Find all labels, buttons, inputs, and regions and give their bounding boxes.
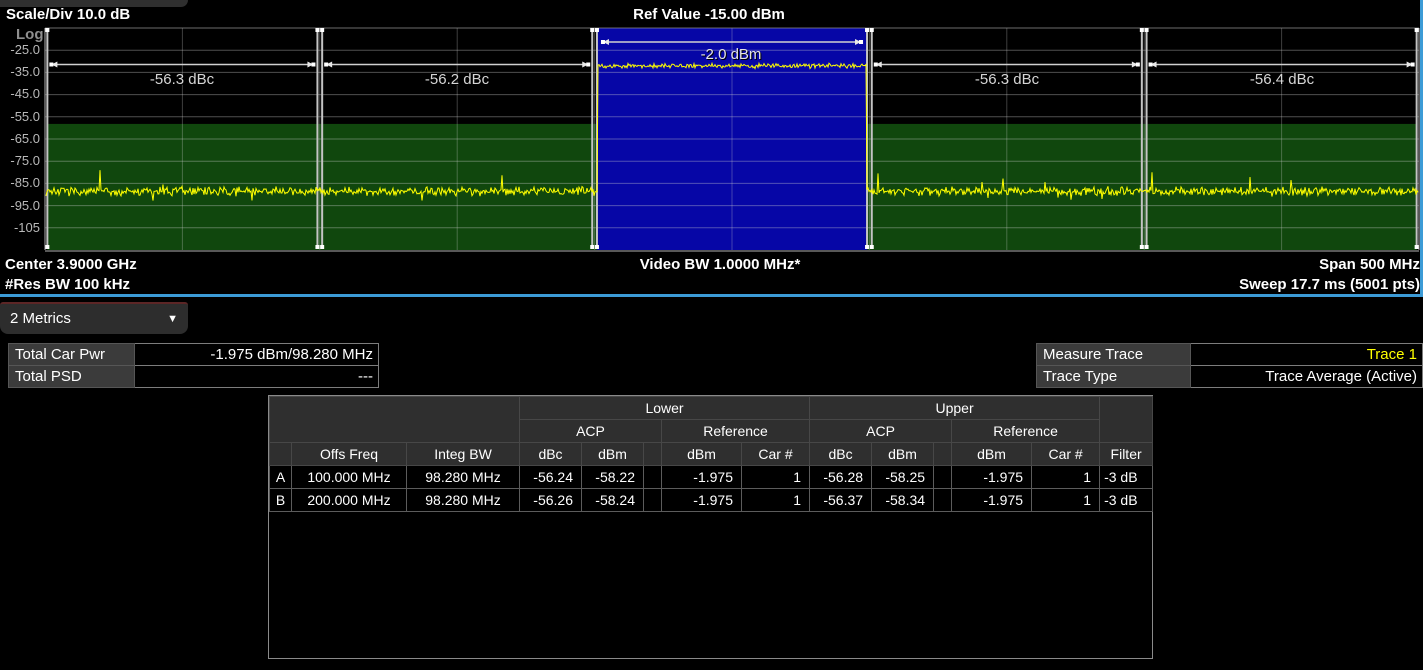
y-tick: -55.0 xyxy=(0,109,40,124)
dbc-header: dBc xyxy=(810,443,872,466)
lower-reference-header: Reference xyxy=(662,420,810,443)
y-tick: -75.0 xyxy=(0,153,40,168)
carrier-power-metrics-table: Total Car Pwr -1.975 dBm/98.280 MHz Tota… xyxy=(8,343,379,388)
metrics-dropdown[interactable]: 2 Metrics ▼ xyxy=(0,302,188,334)
acp-cell: -1.975 xyxy=(952,466,1032,489)
acp-cell: -1.975 xyxy=(662,489,742,512)
center-freq-label: Center 3.9000 GHz xyxy=(5,256,137,273)
metrics-dropdown-label: 2 Metrics xyxy=(10,304,71,334)
acp-cell: 98.280 MHz xyxy=(407,489,520,512)
acp-cell: 1 xyxy=(742,489,810,512)
window-separator-line xyxy=(0,294,1423,297)
acp-cell: 1 xyxy=(742,466,810,489)
lower-group-header: Lower xyxy=(520,397,810,420)
video-bw-label: Video BW 1.0000 MHz* xyxy=(640,256,801,273)
lower-acp-header: ACP xyxy=(520,420,662,443)
y-tick: -105 xyxy=(0,220,40,235)
chevron-down-icon: ▼ xyxy=(167,304,178,334)
acp-results-panel: Lower Upper ACP Reference ACP Reference … xyxy=(268,395,1153,659)
measure-trace-value[interactable]: Trace 1 xyxy=(1190,344,1422,366)
column-header-row: Offs Freq Integ BW dBc dBm dBm Car # dBc… xyxy=(270,443,1153,466)
y-tick: -35.0 xyxy=(0,64,40,79)
car-header: Car # xyxy=(1032,443,1100,466)
total-car-pwr-value: -1.975 dBm/98.280 MHz xyxy=(135,344,379,366)
total-car-pwr-label: Total Car Pwr xyxy=(9,344,135,366)
spectrum-plot[interactable] xyxy=(0,0,1423,260)
carrier-power-annotation: -2.0 dBm xyxy=(661,46,801,63)
table-row: Total Car Pwr -1.975 dBm/98.280 MHz xyxy=(9,344,379,366)
integ-bw-header: Integ BW xyxy=(407,443,520,466)
y-tick: -65.0 xyxy=(0,131,40,146)
offset-a-upper-annotation: -56.3 dBc xyxy=(937,71,1077,88)
table-row: A 100.000 MHz 98.280 MHz -56.24 -58.22 -… xyxy=(270,466,1153,489)
acp-cell: -3 dB xyxy=(1100,466,1153,489)
dbc-header: dBc xyxy=(520,443,582,466)
dbm-header: dBm xyxy=(582,443,644,466)
acp-cell: -56.24 xyxy=(520,466,582,489)
table-row: Total PSD --- xyxy=(9,366,379,388)
acp-cell xyxy=(644,489,662,512)
acp-cell: -56.26 xyxy=(520,489,582,512)
acp-cell xyxy=(934,466,952,489)
dbm-header: dBm xyxy=(872,443,934,466)
offs-freq-header: Offs Freq xyxy=(292,443,407,466)
row-id: A xyxy=(270,466,292,489)
acp-cell xyxy=(934,489,952,512)
acp-cell: -58.25 xyxy=(872,466,934,489)
offset-a-lower-annotation: -56.2 dBc xyxy=(387,71,527,88)
y-tick: -45.0 xyxy=(0,86,40,101)
y-tick: -25.0 xyxy=(0,42,40,57)
blank-header xyxy=(270,443,292,466)
ref-dbm-header: dBm xyxy=(952,443,1032,466)
car-header: Car # xyxy=(742,443,810,466)
acp-cell: 1 xyxy=(1032,489,1100,512)
span-label: Span 500 MHz xyxy=(1319,256,1420,273)
acp-cell: 200.000 MHz xyxy=(292,489,407,512)
scale-div-label: Scale/Div 10.0 dB xyxy=(6,6,130,23)
res-bw-label: #Res BW 100 kHz xyxy=(5,276,130,293)
acp-cell: -1.975 xyxy=(952,489,1032,512)
y-tick: -95.0 xyxy=(0,198,40,213)
blank-header xyxy=(644,443,662,466)
acp-cell: 100.000 MHz xyxy=(292,466,407,489)
sweep-label: Sweep 17.7 ms (5001 pts) xyxy=(1239,276,1420,293)
trace-type-label: Trace Type xyxy=(1037,366,1191,388)
table-row: Measure Trace Trace 1 xyxy=(1037,344,1423,366)
row-id: B xyxy=(270,489,292,512)
ref-value-label: Ref Value -15.00 dBm xyxy=(633,6,785,23)
blank-header xyxy=(934,443,952,466)
acp-cell: -56.37 xyxy=(810,489,872,512)
y-tick: -85.0 xyxy=(0,175,40,190)
acp-cell: -3 dB xyxy=(1100,489,1153,512)
acp-cell: -56.28 xyxy=(810,466,872,489)
blank-header xyxy=(1100,397,1153,443)
filter-header: Filter xyxy=(1100,443,1153,466)
offset-b-lower-annotation: -56.3 dBc xyxy=(112,71,252,88)
log-scale-label: Log xyxy=(16,26,44,43)
upper-acp-header: ACP xyxy=(810,420,952,443)
ref-dbm-header: dBm xyxy=(662,443,742,466)
offset-b-upper-annotation: -56.4 dBc xyxy=(1212,71,1352,88)
acp-cell: -1.975 xyxy=(662,466,742,489)
acp-cell: -58.22 xyxy=(582,466,644,489)
group-header-row: Lower Upper xyxy=(270,397,1153,420)
acp-cell xyxy=(644,466,662,489)
acp-cell: -58.34 xyxy=(872,489,934,512)
spectrum-analyzer-screen: Scale/Div 10.0 dB Ref Value -15.00 dBm L… xyxy=(0,0,1423,670)
acp-cell: 98.280 MHz xyxy=(407,466,520,489)
acp-cell: 1 xyxy=(1032,466,1100,489)
blank-header xyxy=(270,397,520,443)
acp-cell: -58.24 xyxy=(582,489,644,512)
total-psd-label: Total PSD xyxy=(9,366,135,388)
total-psd-value: --- xyxy=(135,366,379,388)
acp-results-table: Lower Upper ACP Reference ACP Reference … xyxy=(269,396,1153,512)
trace-info-table: Measure Trace Trace 1 Trace Type Trace A… xyxy=(1036,343,1423,388)
table-row: Trace Type Trace Average (Active) xyxy=(1037,366,1423,388)
trace-type-value[interactable]: Trace Average (Active) xyxy=(1190,366,1422,388)
upper-group-header: Upper xyxy=(810,397,1100,420)
upper-reference-header: Reference xyxy=(952,420,1100,443)
table-row: B 200.000 MHz 98.280 MHz -56.26 -58.24 -… xyxy=(270,489,1153,512)
measure-trace-label: Measure Trace xyxy=(1037,344,1191,366)
